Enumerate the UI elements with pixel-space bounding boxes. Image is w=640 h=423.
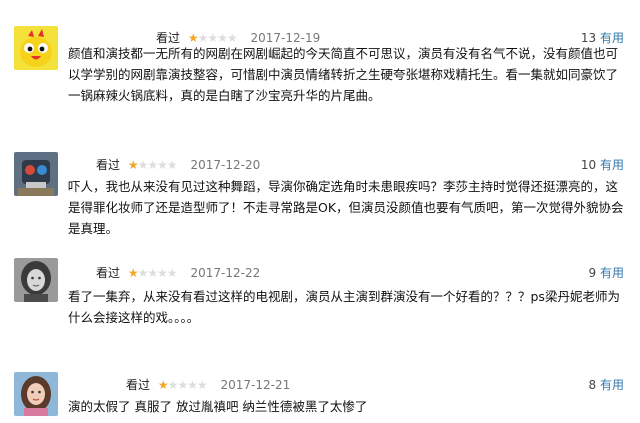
review-date: 2017-12-21: [220, 378, 291, 392]
review-meta: 看过 ★★★★★ 2017-12-22: [96, 264, 260, 280]
avatar[interactable]: [14, 372, 58, 416]
yellow-cartoon-bird-avatar-icon: [14, 26, 58, 70]
avatar[interactable]: [14, 258, 58, 302]
review-content: 演的太假了 真服了 放过胤禛吧 纳兰性德被黑了太惨了: [68, 399, 368, 414]
review-content: 看了一集弃，从来没有看过这样的电视剧，演员从主演到群演没有一个好看的？？？ps梁…: [68, 289, 620, 325]
woman-portrait-color-avatar-icon: [14, 372, 58, 416]
review-meta: 看过 ★★★★★ 2017-12-20: [96, 156, 260, 172]
review-meta: 看过 ★★★★★ 2017-12-21: [126, 376, 290, 392]
woman-portrait-bw-avatar-icon: [14, 258, 58, 302]
watch-status: 看过: [96, 158, 121, 172]
watch-status: 看过: [96, 266, 121, 280]
useful-button[interactable]: 有用: [600, 378, 624, 392]
useful-button[interactable]: 有用: [600, 266, 624, 280]
useful-count: 10: [580, 158, 597, 172]
useful-count: 9: [588, 266, 597, 280]
avatar[interactable]: [14, 26, 58, 70]
useful-vote[interactable]: 10 有用: [581, 156, 624, 173]
review-date: 2017-12-22: [190, 266, 261, 280]
robot-toy-avatar-icon: [14, 152, 58, 196]
watch-status: 看过: [126, 378, 151, 392]
star-rating: ★★★★★: [127, 158, 178, 172]
review-date: 2017-12-20: [190, 158, 261, 172]
useful-count: 8: [588, 378, 597, 392]
useful-vote[interactable]: 9 有用: [589, 264, 624, 281]
star-rating: ★★★★★: [157, 378, 208, 392]
review-content: 颜值和演技都一无所有的网剧在网剧崛起的今天简直不可思议，演员有没有名气不说，没有…: [68, 46, 619, 103]
useful-button[interactable]: 有用: [600, 158, 624, 172]
star-rating: ★★★★★: [127, 266, 178, 280]
review-content: 吓人，我也从来没有见过这种舞蹈，导演你确定选角时未患眼疾吗？李莎主持时觉得还挺漂…: [68, 179, 624, 236]
useful-vote[interactable]: 8 有用: [589, 376, 624, 393]
avatar[interactable]: [14, 152, 58, 196]
